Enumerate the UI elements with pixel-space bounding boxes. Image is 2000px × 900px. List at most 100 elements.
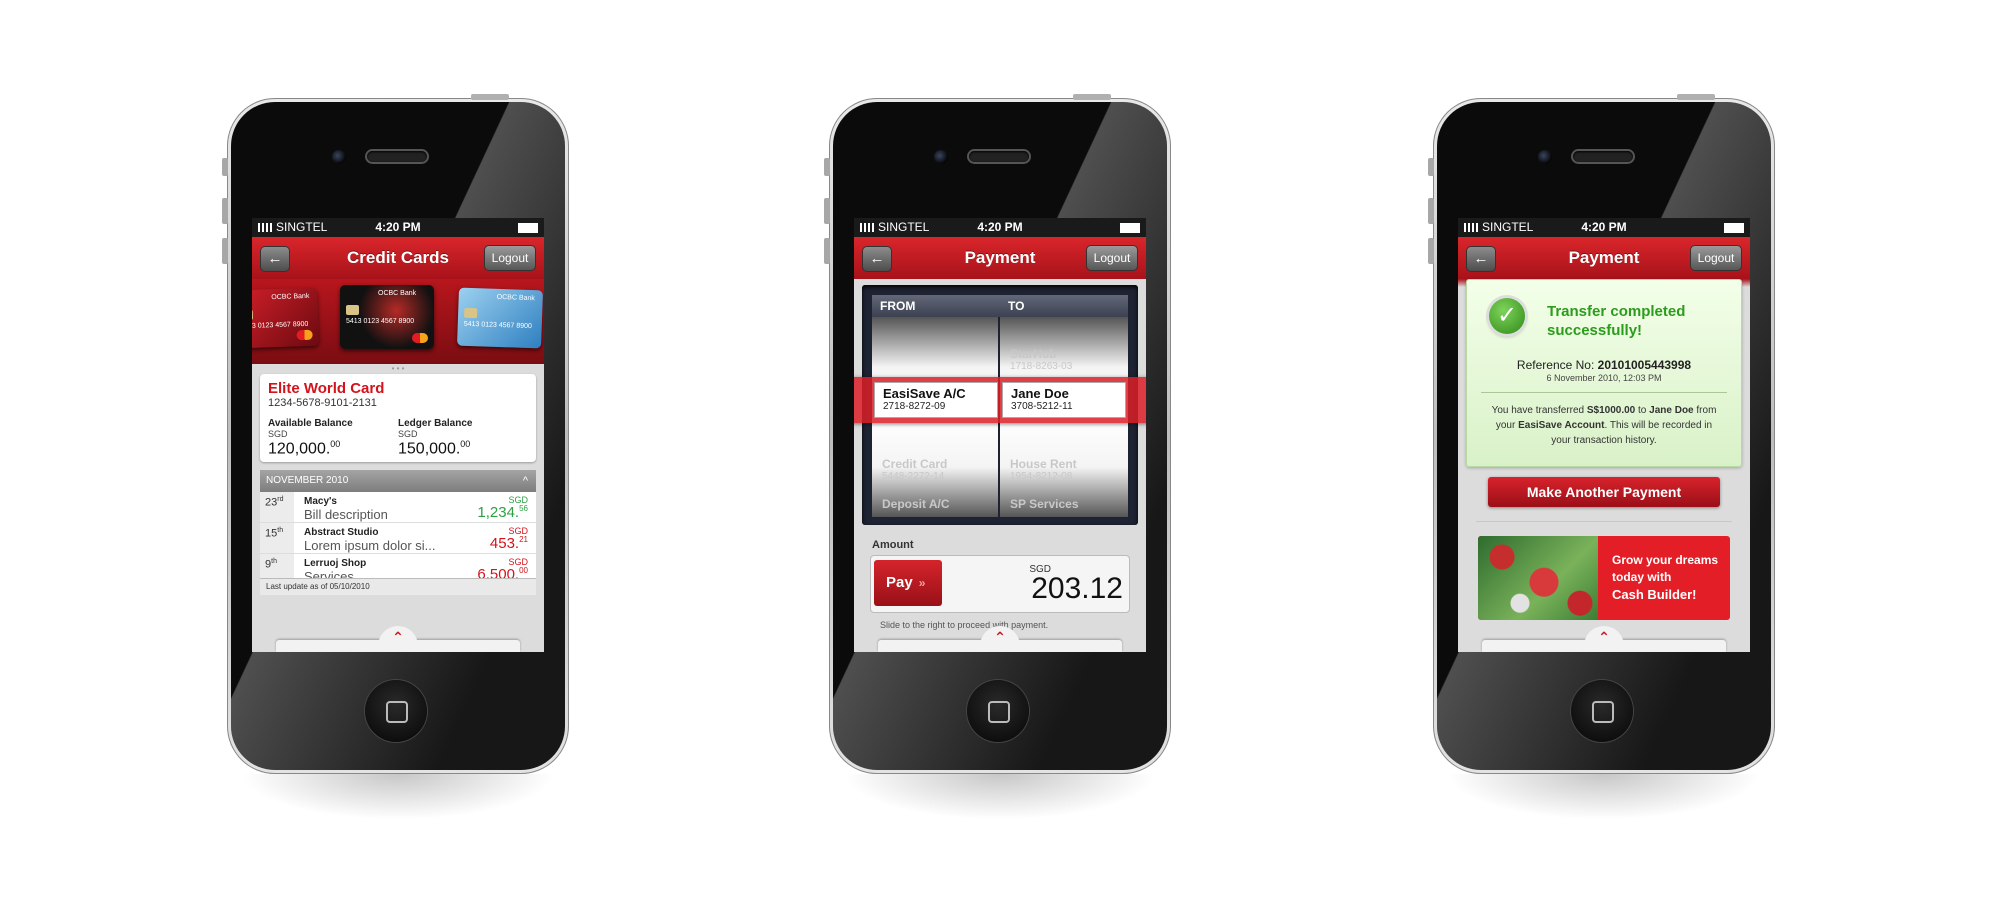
pay-slider[interactable]: Pay » [874, 560, 942, 606]
credit-card-left[interactable]: OCBC Bank 5413 0123 4567 8900 [252, 287, 319, 349]
credit-card-right[interactable]: OCBC Bank 5413 0123 4567 8900 [457, 287, 543, 349]
option-name: Deposit A/C [882, 497, 950, 511]
day-suffix: th [277, 527, 284, 535]
amount-value[interactable]: 203.12 [1031, 572, 1123, 606]
volume-down-button [222, 238, 228, 264]
option-name: StarHub [1010, 347, 1057, 361]
last-update: Last update as of 05/10/2010 [260, 578, 536, 596]
mute-switch [222, 158, 228, 176]
month-label: NOVEMBER 2010 [266, 475, 349, 487]
amount-whole: 120,000. [268, 440, 331, 458]
option-name: SP Services [1010, 497, 1079, 511]
home-button[interactable] [967, 680, 1029, 742]
drawer-up-chevron-icon[interactable]: ⌃ [378, 626, 418, 648]
phone-shadow [843, 774, 1157, 820]
account-picker[interactable]: FROM TO Credit Card 5448-2272-14 Deposit … [854, 285, 1146, 525]
balance-currency: SGD [398, 429, 418, 439]
collapse-caret-icon[interactable]: ^ [523, 470, 528, 492]
status-bar: SINGTEL 4:20 PM [854, 218, 1146, 237]
mute-switch [1428, 158, 1434, 176]
balance-label: Ledger Balance [398, 418, 473, 429]
amount-cents: 00 [460, 439, 471, 449]
card-number-embossed: 5413 0123 4567 8900 [463, 320, 532, 331]
balance-amount: 120,000.00 [268, 439, 398, 458]
amount-cents: 00 [519, 566, 528, 576]
balance-label: Available Balance [268, 418, 353, 429]
card-bank: OCBC Bank [378, 290, 417, 297]
home-square-icon [1592, 701, 1614, 723]
to-option[interactable]: StarHub 1718-8263-03 [1010, 347, 1072, 372]
amount-cents: 56 [519, 504, 528, 514]
battery-icon [518, 223, 538, 233]
status-bar: SINGTEL 4:20 PM [252, 218, 544, 237]
status-bar: SINGTEL 4:20 PM [1458, 218, 1750, 237]
cash-builder-banner[interactable]: Grow your dreams today with Cash Builder… [1478, 536, 1730, 620]
option-name: House Rent [1010, 457, 1077, 471]
month-header[interactable]: NOVEMBER 2010 ^ [260, 470, 536, 493]
mastercard-logo-icon [296, 329, 313, 341]
card-number-embossed: 5413 0123 4567 8900 [252, 320, 309, 331]
reference-line: Reference No: 20101005443998 [1467, 358, 1741, 372]
mastercard-logo-icon [412, 333, 428, 343]
from-option[interactable]: Deposit A/C [882, 497, 950, 511]
volume-up-button [222, 198, 228, 224]
amount-whole: 150,000. [398, 440, 461, 458]
selected-from-name: EasiSave A/C [883, 386, 966, 401]
selected-from-number: 2718-8272-09 [883, 401, 946, 412]
selected-from[interactable]: EasiSave A/C 2718-8272-09 [874, 382, 998, 418]
card-chip-icon [346, 305, 359, 315]
card-carousel[interactable]: OCBC Bank 5413 0123 4567 8900 OCBC Bank … [252, 279, 544, 364]
home-button[interactable] [1571, 680, 1633, 742]
screen: SINGTEL 4:20 PM ← Payment Logout FROM TO… [854, 218, 1146, 652]
logout-button[interactable]: Logout [1690, 245, 1742, 271]
table-row[interactable]: 23rd Macy's Bill description SGD 1,234.5… [260, 492, 536, 524]
logout-button[interactable]: Logout [1086, 245, 1138, 271]
day-suffix: th [271, 558, 277, 566]
msg-payee: Jane Doe [1649, 405, 1694, 416]
ledger-balance: Ledger Balance SGD 150,000.00 [398, 418, 528, 458]
selected-to[interactable]: Jane Doe 3708-5212-11 [1002, 382, 1126, 418]
table-row[interactable]: 15th Abstract Studio Lorem ipsum dolor s… [260, 523, 536, 555]
day-number: 15 [265, 527, 278, 540]
transaction-list[interactable]: 23rd Macy's Bill description SGD 1,234.5… [260, 492, 536, 579]
amount-whole: 6,500. [477, 566, 520, 579]
balances: Available Balance SGD 120,000.00 Ledger … [268, 418, 528, 458]
to-option[interactable]: House Rent 1954-8212-08 [1010, 457, 1077, 482]
make-another-payment-button[interactable]: Make Another Payment [1488, 477, 1720, 507]
balance-amount: 150,000.00 [398, 439, 528, 458]
nav-bar: ← Payment Logout [1458, 237, 1750, 279]
amount-field[interactable]: Pay» SGD 203.12 [870, 555, 1130, 613]
from-option[interactable]: Credit Card 5448-2272-14 [882, 457, 947, 482]
card-bank: OCBC Bank [496, 293, 535, 303]
promo-line: today with [1612, 570, 1672, 584]
double-chevron-icon: » [918, 576, 926, 590]
available-balance: Available Balance SGD 120,000.00 [268, 418, 398, 458]
logout-button[interactable]: Logout [484, 245, 536, 271]
phone-payment-success: SINGTEL 4:20 PM ← Payment Logout ✓ Trans… [1428, 94, 1775, 820]
nav-bar: ← Credit Cards Logout [252, 237, 544, 279]
card-bank: OCBC Bank [271, 292, 310, 302]
table-row[interactable]: 9th Lerruoj Shop Services SGD 6,500.00 [260, 554, 536, 579]
screen: SINGTEL 4:20 PM ← Credit Cards Logout OC… [252, 218, 544, 652]
home-button[interactable] [365, 680, 427, 742]
status-time: 4:20 PM [1581, 220, 1627, 234]
card-number-embossed: 5413 0123 4567 8900 [346, 318, 415, 325]
promo-apples-image [1478, 536, 1598, 620]
card-name: Elite World Card [268, 380, 385, 397]
power-button [1073, 94, 1111, 100]
volume-down-button [824, 238, 830, 264]
day-number: 23 [265, 496, 278, 509]
amount-cents: 00 [330, 439, 341, 449]
selected-to-number: 3708-5212-11 [1011, 401, 1073, 412]
to-option[interactable]: SP Services [1010, 497, 1079, 511]
from-header: FROM [880, 299, 916, 313]
credit-card-center[interactable]: OCBC Bank 5413 0123 4567 8900 [340, 285, 434, 349]
divider [1476, 521, 1732, 522]
drawer-up-chevron-icon[interactable]: ⌃ [1584, 626, 1624, 648]
page-indicator: • • • [252, 364, 544, 374]
phone-shadow [241, 774, 555, 820]
txn-description: Services [304, 569, 354, 579]
phone-credit-cards: SINGTEL 4:20 PM ← Credit Cards Logout OC… [222, 94, 569, 820]
card-details: Elite World Card 1234-5678-9101-2131 Ava… [260, 374, 536, 463]
pay-label: Pay [886, 574, 913, 591]
